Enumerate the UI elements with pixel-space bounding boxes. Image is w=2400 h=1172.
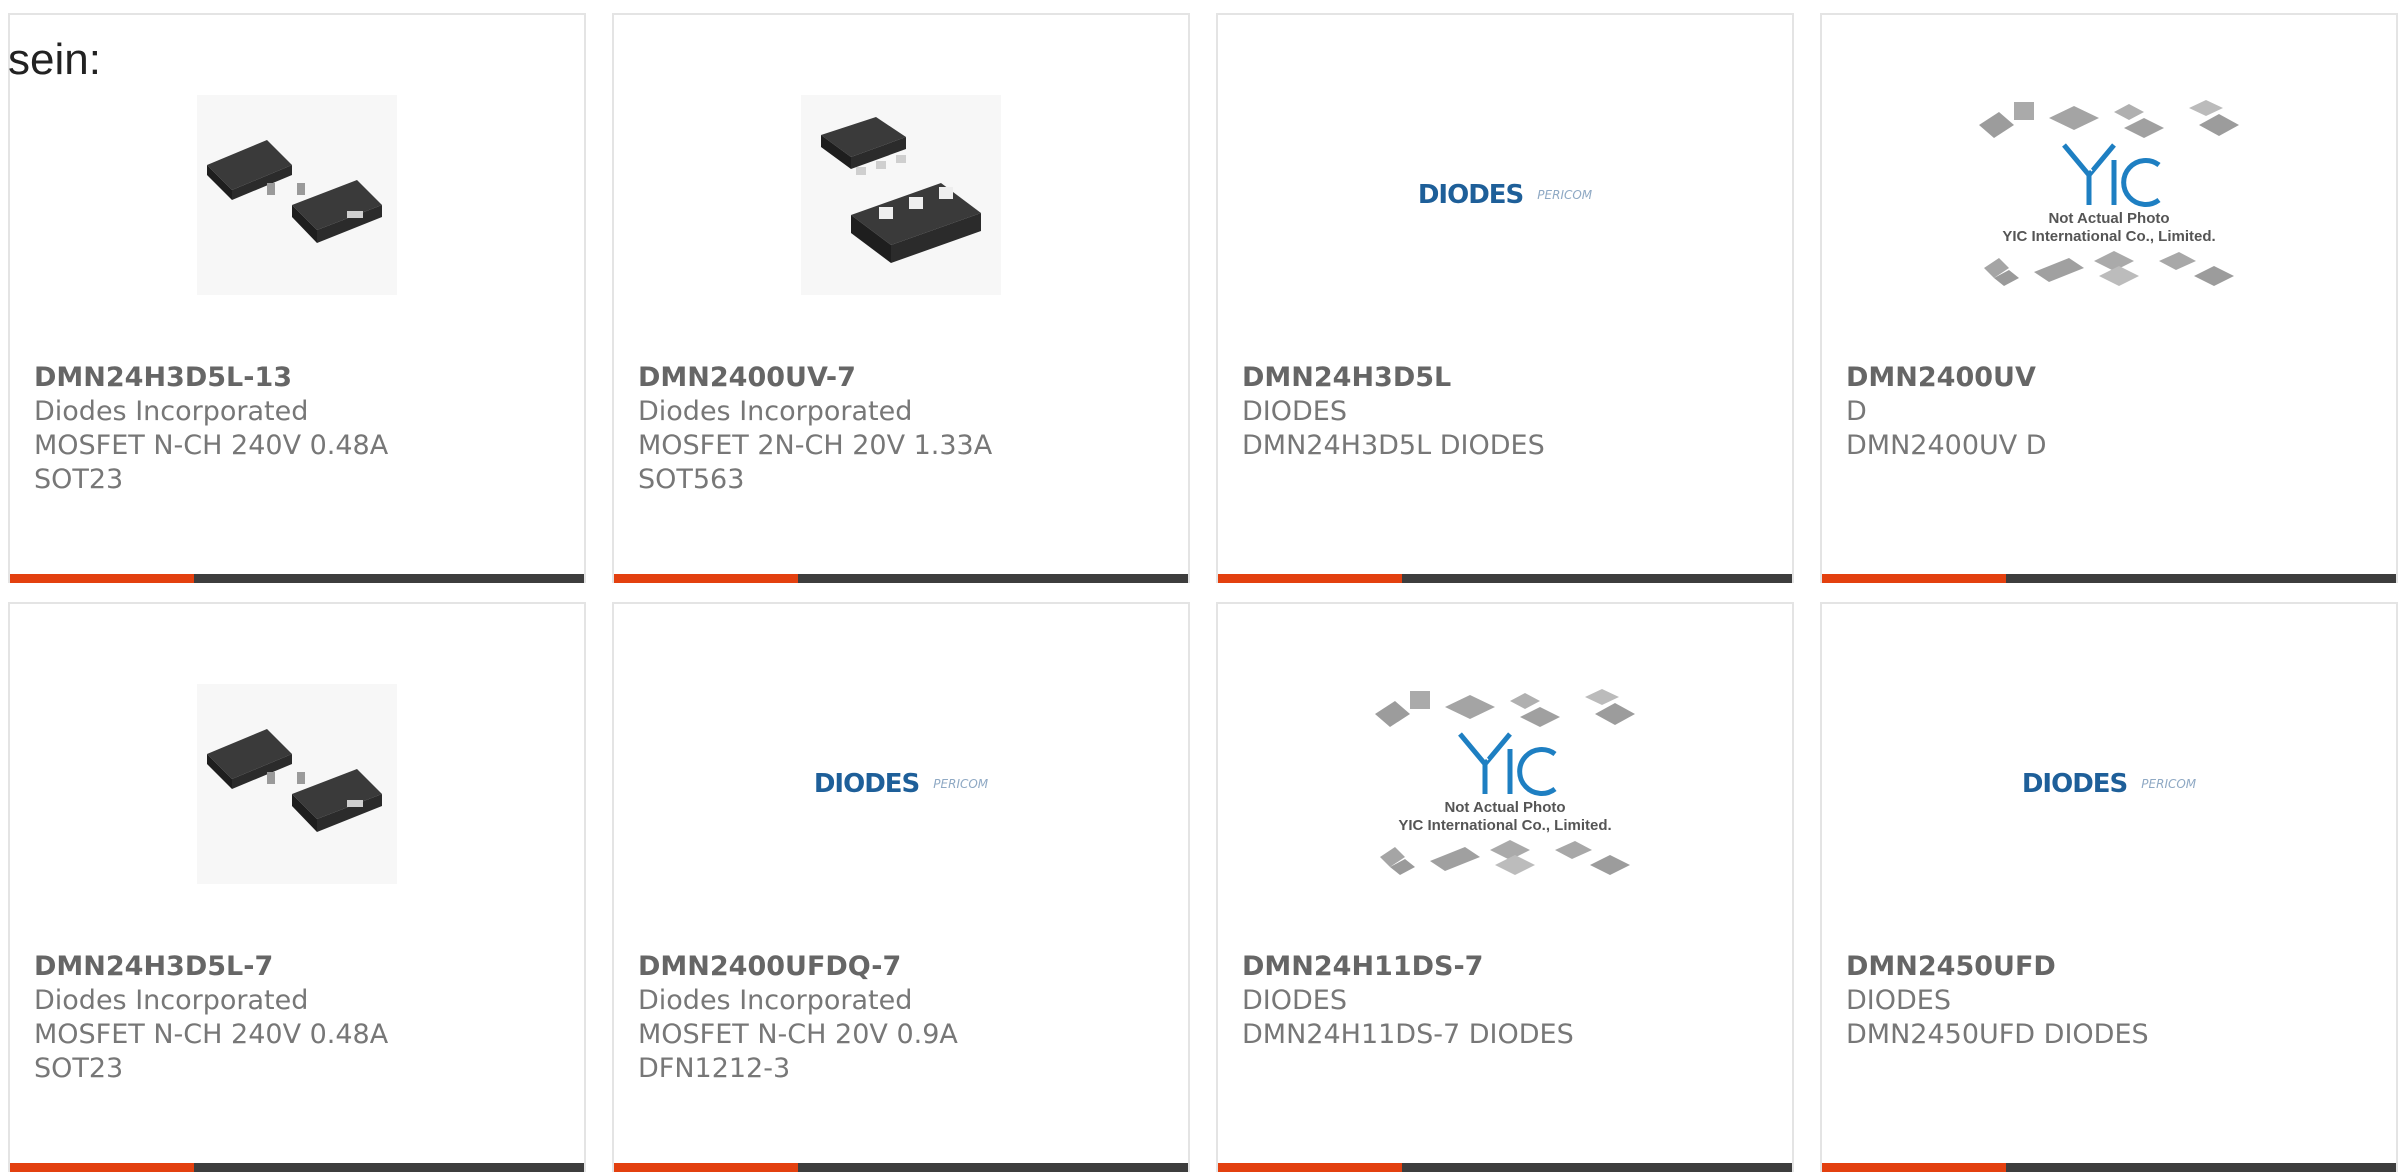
logo-main-text: DIODES <box>2021 769 2128 799</box>
card-bottom-bar <box>10 1163 584 1172</box>
description: MOSFET N-CH 240V 0.48A SOT23 <box>34 1019 389 1084</box>
part-number[interactable]: DMN24H3D5L-7 <box>34 950 560 984</box>
yic-caption: Not Actual Photo YIC International Co., … <box>2002 210 2215 246</box>
manufacturer: DIODES <box>1242 985 1347 1016</box>
product-card[interactable]: DMN24H3D5L-13 Diodes Incorporated MOSFET… <box>8 13 586 583</box>
card-bottom-bar <box>614 1163 1188 1172</box>
card-bar-accent <box>10 574 194 583</box>
product-image[interactable] <box>10 75 584 315</box>
chip-packages-icon <box>1984 250 2234 286</box>
card-bar-accent <box>1218 1163 1402 1172</box>
logo-main-text: DIODES <box>813 769 920 799</box>
card-bar-accent <box>614 574 798 583</box>
product-card[interactable]: Not Actual Photo YIC International Co., … <box>1216 602 1794 1172</box>
product-image[interactable]: DIODES PERICOM <box>1822 664 2396 904</box>
diodes-logo: DIODES PERICOM <box>2022 769 2196 799</box>
yic-caption-line-1: Not Actual Photo <box>2048 209 2170 227</box>
description: DMN2400UV D <box>1846 430 2047 461</box>
manufacturer: DIODES <box>1242 396 1347 427</box>
logo-main-text: DIODES <box>1417 180 1524 210</box>
part-number[interactable]: DMN2400UV <box>1846 361 2372 395</box>
card-bottom-bar <box>614 574 1188 583</box>
diodes-logo: DIODES PERICOM <box>814 769 988 799</box>
yic-caption-line-2: YIC International Co., Limited. <box>1398 816 1612 834</box>
description: MOSFET N-CH 20V 0.9A DFN1212-3 <box>638 1019 958 1084</box>
description: DMN24H3D5L DIODES <box>1242 430 1545 461</box>
chip-packages-icon <box>1380 839 1630 875</box>
product-card[interactable]: DIODES PERICOM DMN2450UFD DIODES DMN2450… <box>1820 602 2398 1172</box>
card-bottom-bar <box>10 574 584 583</box>
part-number[interactable]: DMN2400UFDQ-7 <box>638 950 1164 984</box>
manufacturer: D <box>1846 396 1867 427</box>
product-image[interactable]: DIODES PERICOM <box>614 664 1188 904</box>
product-card[interactable]: DIODES PERICOM DMN2400UFDQ-7 Diodes Inco… <box>612 602 1190 1172</box>
card-bar-accent <box>1822 574 2006 583</box>
card-bottom-bar <box>1822 574 2396 583</box>
manufacturer: Diodes Incorporated <box>638 396 913 427</box>
product-image[interactable] <box>10 664 584 904</box>
card-bar-accent <box>614 1163 798 1172</box>
logo-sub-text: PERICOM <box>933 777 989 791</box>
yic-caption-line-1: Not Actual Photo <box>1444 798 1566 816</box>
description: DMN24H11DS-7 DIODES <box>1242 1019 1574 1050</box>
part-number[interactable]: DMN2450UFD <box>1846 950 2372 984</box>
product-card[interactable]: DIODES PERICOM DMN24H3D5L DIODES DMN24H3… <box>1216 13 1794 583</box>
diodes-logo: DIODES PERICOM <box>1418 180 1592 210</box>
chip-packages-icon <box>1979 99 2239 138</box>
description: DMN2450UFD DIODES <box>1846 1019 2149 1050</box>
yic-logo-icon <box>2062 142 2161 207</box>
product-image[interactable] <box>614 75 1188 315</box>
sot23-package-icon <box>197 95 397 295</box>
part-number[interactable]: DMN2400UV-7 <box>638 361 1164 395</box>
description: MOSFET 2N-CH 20V 1.33A SOT563 <box>638 430 993 495</box>
product-card[interactable]: DMN24H3D5L-7 Diodes Incorporated MOSFET … <box>8 602 586 1172</box>
intro-text: sein: <box>8 35 101 84</box>
logo-sub-text: PERICOM <box>2141 777 2197 791</box>
yic-placeholder-image: Not Actual Photo YIC International Co., … <box>1974 99 2244 291</box>
card-bottom-bar <box>1822 1163 2396 1172</box>
manufacturer: Diodes Incorporated <box>34 396 309 427</box>
manufacturer: DIODES <box>1846 985 1951 1016</box>
product-image[interactable]: DIODES PERICOM <box>1218 75 1792 315</box>
product-card[interactable]: Not Actual Photo YIC International Co., … <box>1820 13 2398 583</box>
sot563-package-icon <box>801 95 1001 295</box>
part-number[interactable]: DMN24H11DS-7 <box>1242 950 1768 984</box>
part-number[interactable]: DMN24H3D5L-13 <box>34 361 560 395</box>
yic-caption-line-2: YIC International Co., Limited. <box>2002 227 2216 245</box>
card-bar-accent <box>10 1163 194 1172</box>
product-image[interactable]: Not Actual Photo YIC International Co., … <box>1822 75 2396 315</box>
card-bottom-bar <box>1218 1163 1792 1172</box>
product-image[interactable]: Not Actual Photo YIC International Co., … <box>1218 664 1792 904</box>
product-card[interactable]: DMN2400UV-7 Diodes Incorporated MOSFET 2… <box>612 13 1190 583</box>
yic-logo-icon <box>1458 731 1557 796</box>
logo-sub-text: PERICOM <box>1537 188 1593 202</box>
manufacturer: Diodes Incorporated <box>638 985 913 1016</box>
description: MOSFET N-CH 240V 0.48A SOT23 <box>34 430 389 495</box>
part-number[interactable]: DMN24H3D5L <box>1242 361 1768 395</box>
sot23-package-icon <box>197 684 397 884</box>
card-bar-accent <box>1218 574 1402 583</box>
chip-packages-icon <box>1375 688 1635 727</box>
card-bar-accent <box>1822 1163 2006 1172</box>
yic-caption: Not Actual Photo YIC International Co., … <box>1398 799 1611 835</box>
card-bottom-bar <box>1218 574 1792 583</box>
yic-placeholder-image: Not Actual Photo YIC International Co., … <box>1370 688 1640 880</box>
manufacturer: Diodes Incorporated <box>34 985 309 1016</box>
